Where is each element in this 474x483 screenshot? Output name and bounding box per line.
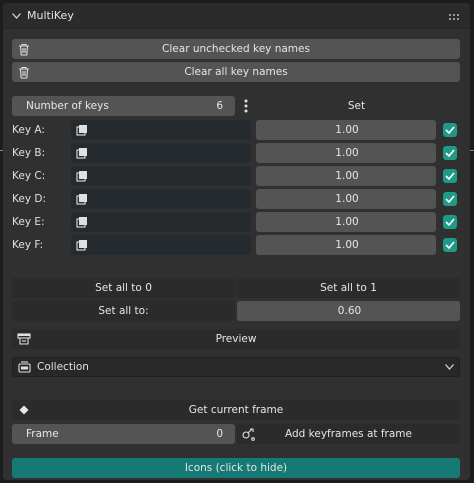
frame-value: 0	[216, 428, 223, 440]
keyframe-diamond-icon	[16, 402, 32, 418]
key-label: Key E:	[12, 216, 45, 228]
key-name-field[interactable]	[71, 235, 251, 255]
panel-header[interactable]: MultiKey	[3, 3, 470, 29]
key-value-field[interactable]: 1.00	[256, 143, 436, 163]
shape-key-icon	[74, 145, 90, 161]
key-enabled-checkbox[interactable]	[443, 215, 457, 229]
key-enabled-checkbox[interactable]	[443, 192, 457, 206]
shape-key-icon	[74, 168, 90, 184]
checkmark-icon	[445, 126, 455, 134]
checkmark-icon	[445, 149, 455, 157]
multikey-panel: MultiKey Clear unchecked key names Clear…	[3, 3, 470, 480]
key-value-field[interactable]: 1.00	[256, 166, 436, 186]
set-all-to-label-cell: Set all to:	[12, 301, 235, 321]
set-all-to-value: 0.60	[337, 305, 362, 317]
key-name-field[interactable]	[71, 189, 251, 209]
key-value-field[interactable]: 1.00	[256, 212, 436, 232]
set-all-to-value-field[interactable]: 0.60	[237, 301, 460, 321]
key-label: Key D:	[12, 193, 46, 205]
set-all-1-label: Set all to 1	[320, 282, 377, 294]
set-all-1-button[interactable]: Set all to 1	[237, 278, 460, 298]
key-enabled-checkbox[interactable]	[443, 238, 457, 252]
key-name-field[interactable]	[71, 212, 251, 232]
checkmark-icon	[445, 241, 455, 249]
key-label: Key F:	[12, 239, 44, 251]
add-keyframes-button[interactable]: Add keyframes at frame	[237, 424, 460, 444]
panel-title: MultiKey	[27, 9, 74, 22]
key-enabled-checkbox[interactable]	[443, 146, 457, 160]
collection-selected: Collection	[37, 361, 89, 373]
vertical-dots-icon[interactable]	[243, 98, 249, 114]
drag-grip-icon[interactable]	[448, 12, 462, 20]
number-of-keys-field[interactable]: Number of keys 6	[12, 96, 235, 116]
key-name-field[interactable]	[71, 143, 251, 163]
get-current-frame-button[interactable]: Get current frame	[12, 400, 460, 420]
key-value: 1.00	[335, 170, 359, 182]
set-all-0-label: Set all to 0	[95, 282, 152, 294]
clear-unchecked-button[interactable]: Clear unchecked key names	[12, 39, 460, 59]
icons-toggle-label: Icons (click to hide)	[184, 462, 288, 474]
shape-key-icon	[74, 214, 90, 230]
collection-dropdown[interactable]: Collection	[12, 357, 460, 377]
key-value: 1.00	[335, 147, 359, 159]
set-all-to-label: Set all to:	[98, 305, 149, 317]
icons-toggle-button[interactable]: Icons (click to hide)	[12, 458, 460, 478]
key-label: Key C:	[12, 170, 46, 182]
key-name-field[interactable]	[71, 120, 251, 140]
key-value-field[interactable]: 1.00	[256, 189, 436, 209]
number-of-keys-label: Number of keys	[26, 100, 109, 112]
set-button[interactable]: Set	[253, 96, 460, 116]
key-value-field[interactable]: 1.00	[256, 235, 436, 255]
chevron-down-icon	[443, 364, 455, 370]
key-value: 1.00	[335, 216, 359, 228]
frame-label: Frame	[26, 428, 59, 440]
trash-icon	[16, 64, 32, 80]
collection-icon	[16, 359, 32, 375]
checkmark-icon	[445, 195, 455, 203]
preview-label: Preview	[215, 333, 257, 345]
clear-all-button[interactable]: Clear all key names	[12, 62, 460, 82]
key-enabled-checkbox[interactable]	[443, 169, 457, 183]
shape-key-icon	[74, 122, 90, 138]
shape-key-icon	[74, 237, 90, 253]
clear-unchecked-label: Clear unchecked key names	[162, 43, 310, 55]
checkmark-icon	[445, 172, 455, 180]
add-keyframe-icon	[241, 426, 257, 442]
key-value: 1.00	[335, 193, 359, 205]
key-label: Key A:	[12, 124, 45, 136]
key-value: 1.00	[335, 124, 359, 136]
key-enabled-checkbox[interactable]	[443, 123, 457, 137]
render-icon	[16, 331, 32, 347]
preview-button[interactable]: Preview	[12, 329, 460, 349]
key-name-field[interactable]	[71, 166, 251, 186]
key-label: Key B:	[12, 147, 46, 159]
number-of-keys-value: 6	[216, 100, 223, 112]
trash-icon	[16, 41, 32, 57]
get-current-frame-label: Get current frame	[188, 404, 284, 416]
frame-field[interactable]: Frame 0	[12, 424, 235, 444]
checkmark-icon	[445, 218, 455, 226]
key-value-field[interactable]: 1.00	[256, 120, 436, 140]
key-value: 1.00	[335, 239, 359, 251]
shape-key-icon	[74, 191, 90, 207]
set-all-0-button[interactable]: Set all to 0	[12, 278, 235, 298]
chevron-down-icon[interactable]	[11, 11, 21, 21]
clear-all-label: Clear all key names	[184, 66, 288, 78]
add-keyframes-label: Add keyframes at frame	[284, 428, 412, 440]
set-label: Set	[347, 100, 366, 112]
